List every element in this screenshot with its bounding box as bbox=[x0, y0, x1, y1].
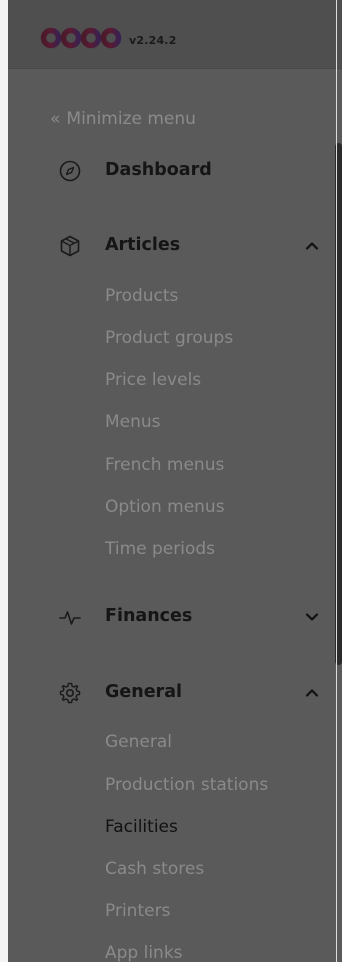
nav-subitem-option-menus[interactable]: Option menus bbox=[105, 497, 225, 517]
minimize-menu-label: Minimize menu bbox=[66, 109, 196, 129]
cube-icon bbox=[60, 235, 80, 257]
compass-icon bbox=[59, 160, 81, 182]
nav-subitem-facilities[interactable]: Facilities bbox=[105, 817, 178, 837]
booq-logo[interactable] bbox=[38, 18, 128, 58]
nav-subitem-french-menus[interactable]: French menus bbox=[105, 455, 224, 475]
nav-subitem-products[interactable]: Products bbox=[105, 286, 178, 306]
minimize-menu-button[interactable]: «Minimize menu bbox=[50, 109, 196, 129]
activity-icon bbox=[59, 611, 81, 625]
nav-subitem-app-links[interactable]: App links bbox=[105, 943, 183, 962]
nav-dashboard-label: Dashboard bbox=[105, 160, 212, 180]
nav-subitem-production-stations[interactable]: Production stations bbox=[105, 775, 268, 795]
sidebar-frame: v2.24.2 «Minimize menu Dashboard Article… bbox=[8, 0, 342, 962]
nav-finances-label: Finances bbox=[105, 606, 193, 626]
nav-dashboard[interactable]: Dashboard bbox=[8, 157, 342, 187]
double-chevron-left-icon: « bbox=[50, 109, 61, 129]
chevron-down-icon[interactable] bbox=[304, 609, 320, 625]
nav-subitem-price-levels[interactable]: Price levels bbox=[105, 370, 201, 390]
nav-subitem-time-periods[interactable]: Time periods bbox=[105, 539, 215, 559]
version-label: v2.24.2 bbox=[129, 34, 177, 47]
nav-finances[interactable]: Finances bbox=[8, 603, 342, 633]
chevron-up-icon[interactable] bbox=[304, 238, 320, 254]
nav-subitem-product-groups[interactable]: Product groups bbox=[105, 328, 233, 348]
sidebar-header: v2.24.2 bbox=[8, 0, 342, 69]
nav-general-label: General bbox=[105, 682, 182, 702]
nav-subitem-general[interactable]: General bbox=[105, 732, 172, 752]
nav-articles[interactable]: Articles bbox=[8, 232, 342, 262]
nav-general[interactable]: General bbox=[8, 679, 342, 709]
nav-subitem-cash-stores[interactable]: Cash stores bbox=[105, 859, 204, 879]
nav-subitem-printers[interactable]: Printers bbox=[105, 901, 170, 921]
divider bbox=[336, 0, 337, 962]
chevron-up-icon[interactable] bbox=[304, 685, 320, 701]
nav-articles-label: Articles bbox=[105, 235, 181, 255]
nav-subitem-menus[interactable]: Menus bbox=[105, 412, 161, 432]
gear-icon bbox=[59, 682, 81, 704]
